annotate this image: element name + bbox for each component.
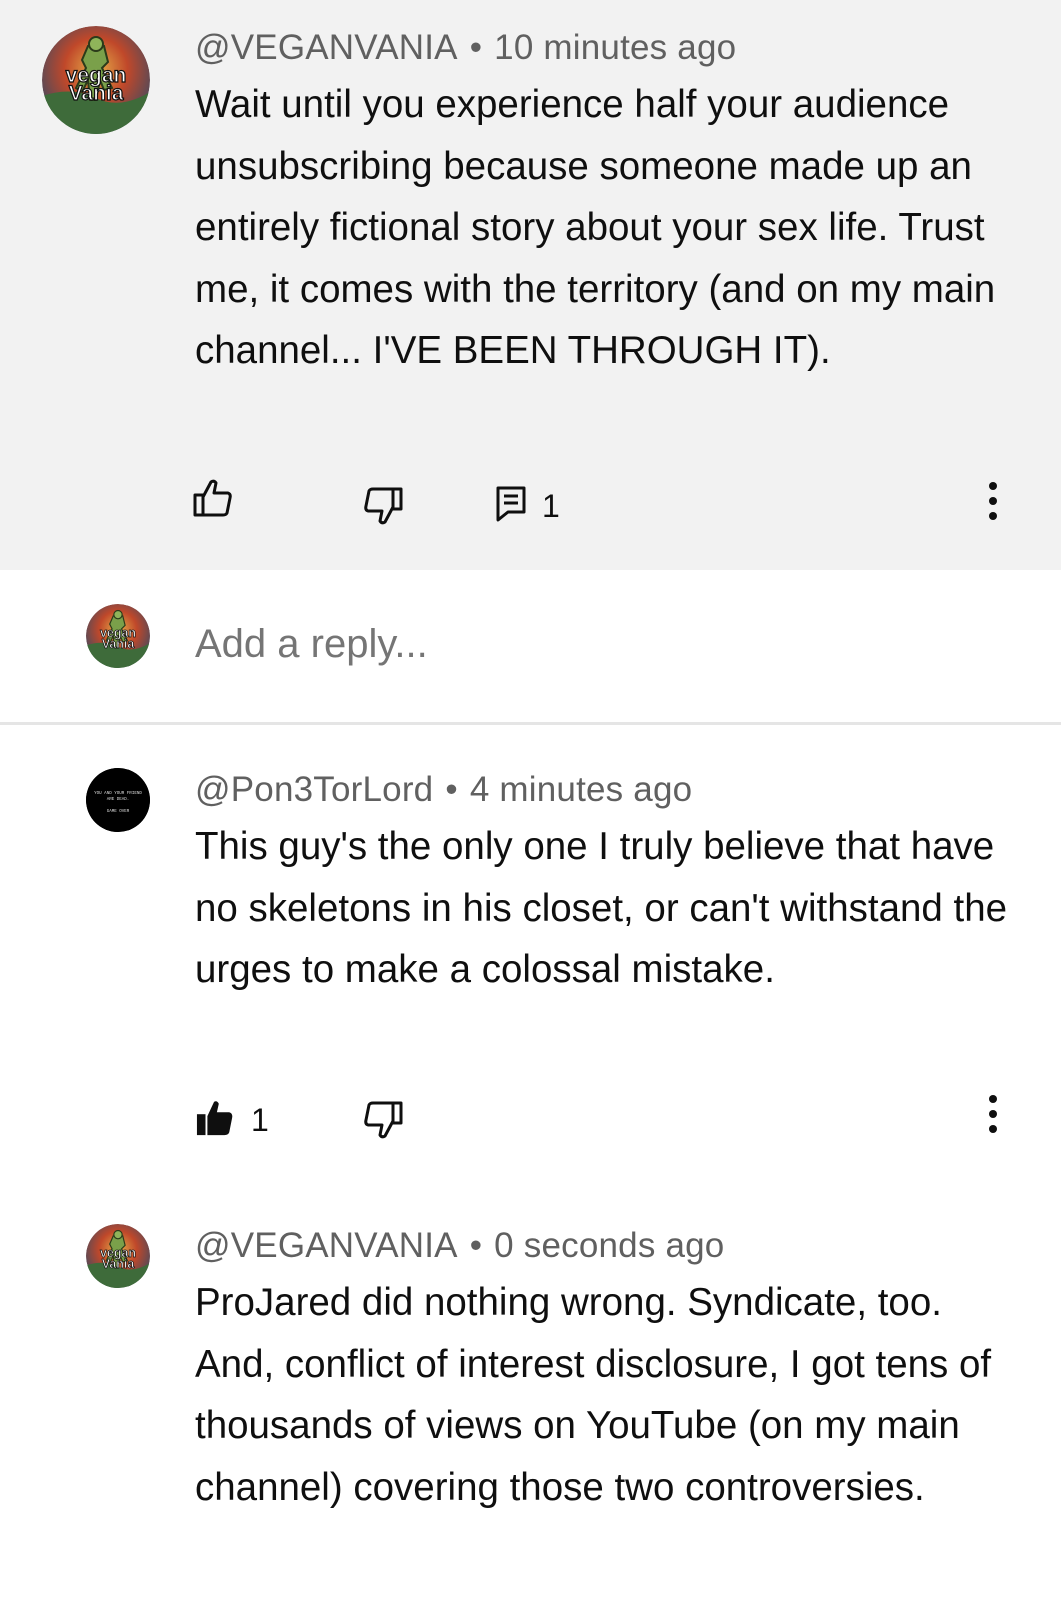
comment-time[interactable]: 10 minutes ago (494, 28, 736, 67)
divider (0, 722, 1061, 725)
comment-author[interactable]: @Pon3TorLord (195, 770, 433, 809)
more-vert-icon[interactable] (987, 1095, 999, 1140)
thumbs-down-icon (362, 1100, 404, 1145)
comment-text: ProJared did nothing wrong. Syndicate, t… (195, 1281, 992, 1509)
reply-count: 1 (542, 487, 560, 524)
comment-author[interactable]: @VEGANVANIA (195, 28, 458, 67)
more-vert-icon[interactable] (987, 482, 999, 527)
comment-meta: @Pon3TorLord • 4 minutes ago (195, 770, 692, 810)
avatar[interactable]: vegan Vania (42, 26, 150, 134)
avatar-logo-text: YOU AND YOUR FRIEND (94, 792, 142, 796)
avatar-logo-text: ARE DEAD. (107, 798, 130, 802)
thumbs-up-icon (195, 1099, 235, 1142)
dislike-button[interactable] (362, 1100, 404, 1144)
comment-meta: @VEGANVANIA • 10 minutes ago (195, 28, 736, 68)
avatar[interactable]: YOU AND YOUR FRIEND ARE DEAD. GAME OVER (86, 768, 150, 832)
meta-separator: • (469, 1226, 483, 1265)
like-button[interactable]: 1 (195, 1098, 269, 1142)
like-count: 1 (251, 1101, 269, 1138)
avatar-logo-text: Vania (69, 82, 124, 105)
thumbs-up-icon (192, 478, 234, 523)
comment-meta: @VEGANVANIA • 0 seconds ago (195, 1226, 724, 1266)
comment-time[interactable]: 4 minutes ago (470, 770, 692, 809)
comment-icon (496, 486, 526, 527)
comment-text: This guy's the only one I truly believe … (195, 825, 1008, 991)
like-button[interactable] (192, 478, 234, 522)
avatar-logo-text: Vania (102, 1257, 135, 1271)
comment-text: Wait until you experience half your audi… (195, 83, 996, 372)
meta-separator: • (469, 28, 483, 67)
meta-separator: • (445, 770, 458, 809)
avatar-logo-text: GAME OVER (107, 810, 130, 814)
avatar-logo-text: Vania (102, 637, 135, 651)
avatar: vegan Vania (86, 604, 150, 668)
reply-button[interactable]: 1 (496, 484, 560, 528)
comment-time[interactable]: 0 seconds ago (494, 1226, 724, 1265)
comment-author[interactable]: @VEGANVANIA (195, 1226, 458, 1265)
thumbs-down-icon (362, 486, 404, 531)
dislike-button[interactable] (362, 486, 404, 530)
avatar[interactable]: vegan Vania (86, 1224, 150, 1288)
reply-input[interactable] (195, 622, 995, 667)
